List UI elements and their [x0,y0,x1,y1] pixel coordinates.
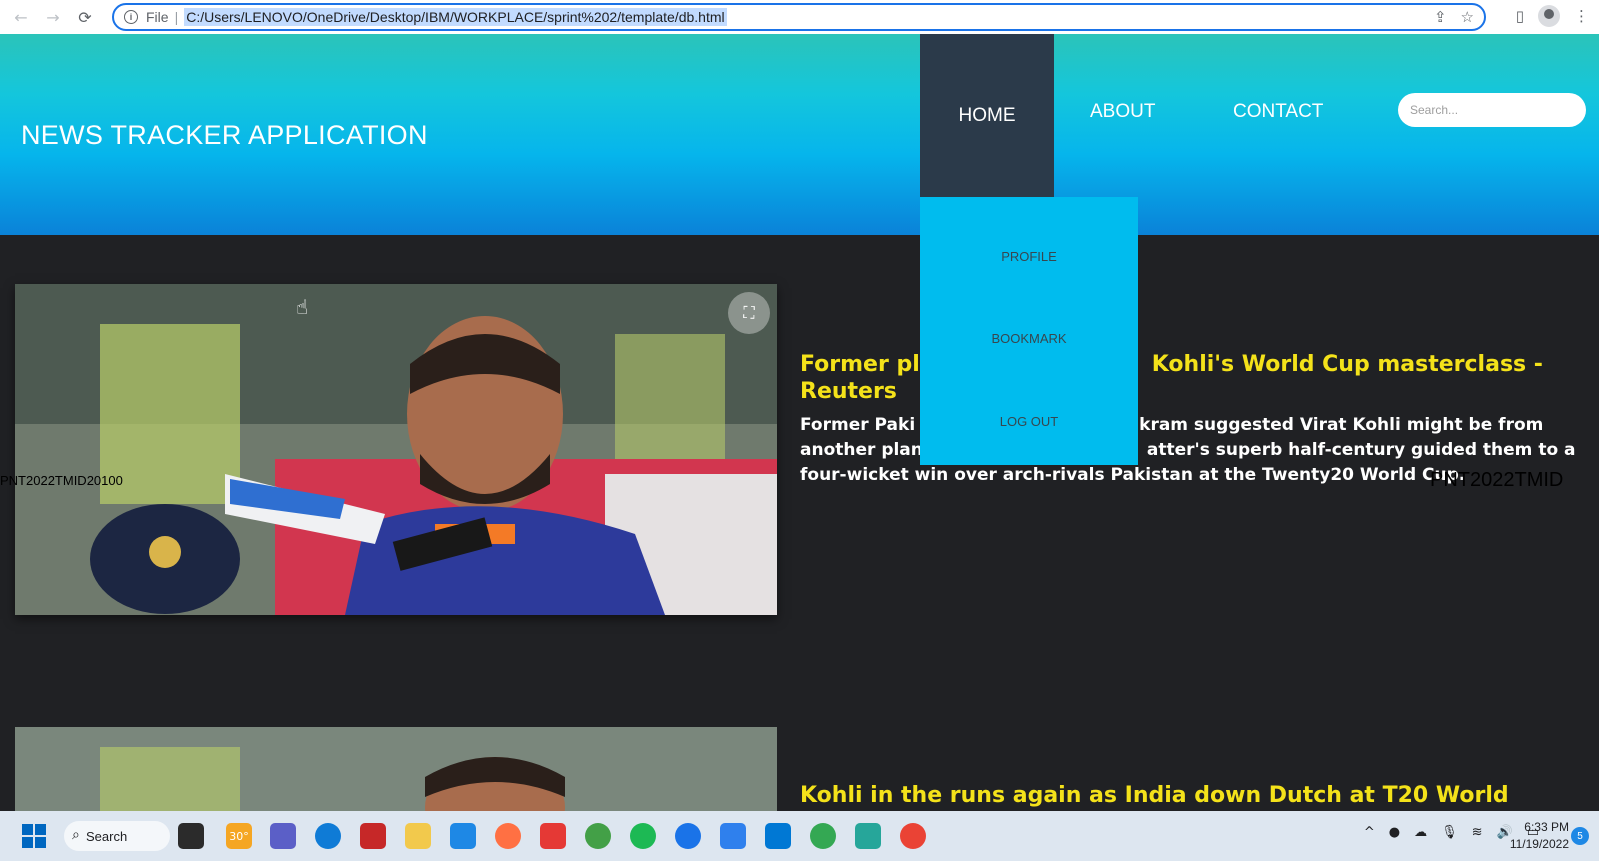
browser-actions: ▯ ⋮ [1516,5,1589,27]
url-text[interactable]: C:/Users/LENOVO/OneDrive/Desktop/IBM/WOR… [184,8,727,26]
url-separator: | [174,9,179,25]
weather-icon[interactable]: 30° [226,823,252,849]
wifi-icon[interactable]: ≋ [1472,825,1483,840]
search-input[interactable] [1398,93,1586,127]
headline-part2: Kohli's World Cup masterclass - [1151,352,1543,377]
share-icon[interactable]: ⇪ [1434,8,1447,26]
edge-icon[interactable] [315,823,341,849]
windows-start-icon[interactable] [22,824,46,848]
taskbar-search[interactable]: ⌕ Search [64,821,170,851]
tray-chevron-icon[interactable]: ^ [1364,825,1375,840]
chat-icon[interactable] [270,823,296,849]
notepad-icon[interactable] [720,823,746,849]
microphone-icon[interactable]: 🎙 [1441,825,1458,840]
tray-cloud-icon[interactable]: ☁ [1414,825,1427,840]
nav-home[interactable]: HOME [920,34,1054,197]
address-bar[interactable]: i File | C:/Users/LENOVO/OneDrive/Deskto… [112,3,1486,31]
clock[interactable]: 6:33 PM 11/19/2022 [1510,819,1569,853]
summary-l2b: atter's superb half-century guided them … [1146,440,1576,460]
dropdown-item-bookmark[interactable]: BOOKMARK [920,331,1138,346]
side-panel-icon[interactable]: ▯ [1516,7,1524,25]
info-icon[interactable]: i [124,10,138,24]
chrome-alt-icon[interactable] [810,823,836,849]
site-header: NEWS TRACKER APPLICATION HOME ABOUT CONT… [0,34,1599,235]
home-dropdown-menu: PROFILE BOOKMARK LOG OUT [920,197,1138,465]
watermark-left: PNT2022TMID20100 [0,473,123,488]
article-headline[interactable]: Former pl Kohli's World Cup masterclass -… [800,351,1590,405]
taskbar-search-label: Search [86,828,128,844]
cricketer-photo [15,284,777,615]
nav-about[interactable]: ABOUT [1090,101,1155,123]
summary-l3: four-wicket win over arch-rivals Pakista… [800,465,1466,485]
article-headline-2[interactable]: Kohli in the runs again as India down Du… [800,782,1590,809]
bookmark-star-icon[interactable]: ☆ [1461,8,1474,26]
article-image: ⛶ [15,284,777,615]
chrome-active-icon[interactable] [900,823,926,849]
pdf-reader-icon[interactable] [360,823,386,849]
url-scheme: File [146,9,169,25]
dropdown-item-logout[interactable]: LOG OUT [920,414,1138,429]
profile-avatar-icon[interactable] [1538,5,1560,27]
summary-l1a: Former Paki [800,415,916,435]
chrome-profile-icon[interactable] [675,823,701,849]
firefox-icon[interactable] [495,823,521,849]
task-view-icon[interactable] [178,823,204,849]
clock-time: 6:33 PM [1524,820,1569,834]
summary-l1b: kram suggested Virat Kohli might be from [1139,415,1544,435]
summary-l2a: another plan [800,440,923,460]
lens-icon[interactable]: ⛶ [728,292,770,334]
site-title: NEWS TRACKER APPLICATION [21,120,428,150]
headline-line2: Reuters [800,379,897,404]
dropdown-item-profile[interactable]: PROFILE [920,249,1138,264]
tray-app-icon[interactable]: ● [1389,825,1400,840]
search-icon: ⌕ [72,827,80,843]
office-icon[interactable] [540,823,566,849]
windows-taskbar: ⌕ Search 30° ^ ● ☁ 🎙 ≋ 🔊 ▭ 6:33 PM 11/19… [0,811,1599,861]
browser-menu-icon[interactable]: ⋮ [1574,7,1589,25]
back-icon[interactable]: ← [10,6,32,28]
watermark-right: PNT2022TMID [1430,469,1564,491]
nav-contact[interactable]: CONTACT [1233,101,1323,123]
article-image-2 [15,727,777,811]
browser-toolbar: ← → ⟳ i File | C:/Users/LENOVO/OneDrive/… [0,0,1599,34]
headline-part1: Former pl [800,352,920,377]
vscode-icon[interactable] [765,823,791,849]
omnibox-actions: ⇪ ☆ [1434,8,1474,26]
reload-icon[interactable]: ⟳ [74,6,96,28]
cricketer-photo-2 [15,727,777,811]
spotify-icon[interactable] [630,823,656,849]
hand-cursor-icon: ☝ [296,295,309,319]
app-hex-icon[interactable] [855,823,881,849]
forward-icon[interactable]: → [42,6,64,28]
clock-date: 11/19/2022 [1509,837,1569,851]
mail-icon[interactable] [450,823,476,849]
file-explorer-icon[interactable] [405,823,431,849]
notification-badge[interactable]: 5 [1571,827,1589,845]
chrome-icon[interactable] [585,823,611,849]
